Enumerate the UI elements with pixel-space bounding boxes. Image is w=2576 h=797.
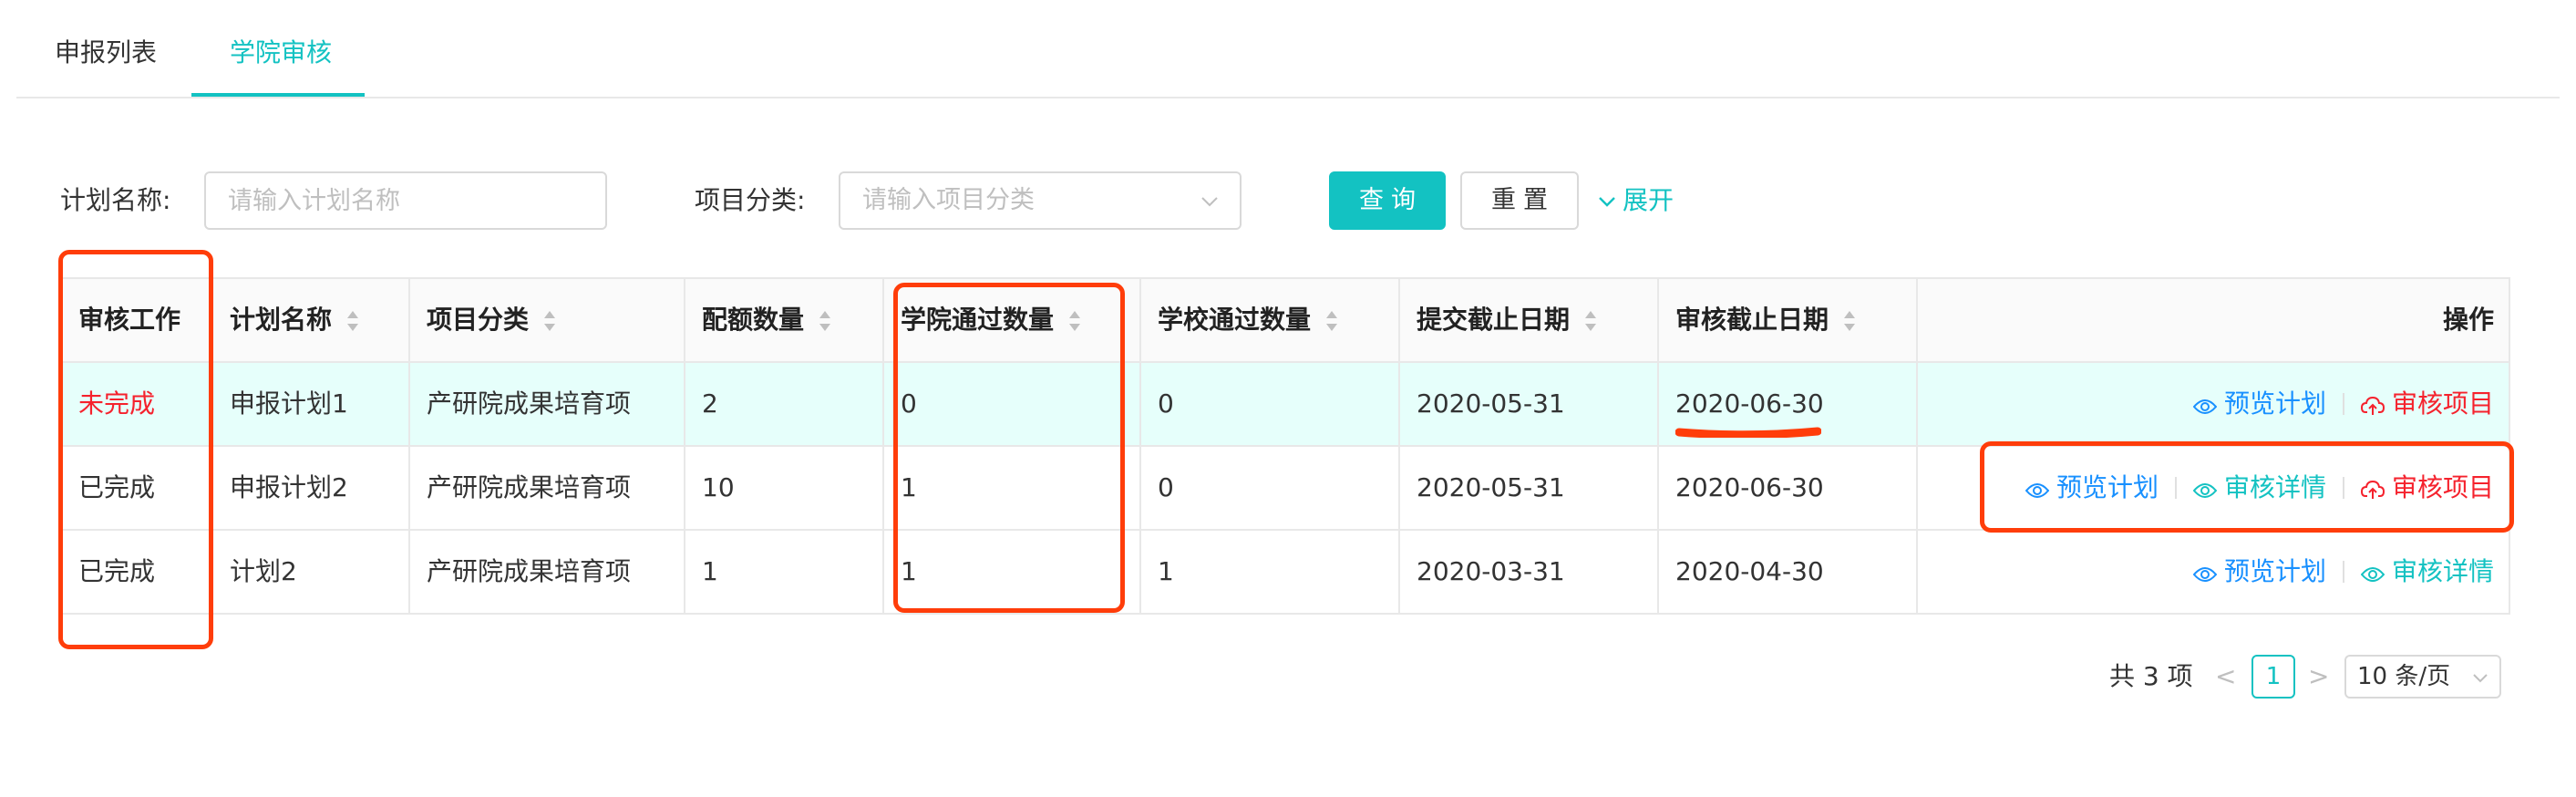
chevron-down-icon	[2473, 674, 2488, 683]
chevron-down-icon	[1599, 197, 1615, 207]
category-cell: 产研院成果培育项	[410, 531, 685, 613]
status-cell: 已完成	[62, 531, 213, 613]
school-pass-cell: 0	[1141, 363, 1400, 445]
pagination-total: 共 3 项	[2109, 661, 2193, 691]
header-review-work: 审核工作	[62, 279, 213, 361]
expand-label: 展开	[1623, 185, 1674, 215]
sort-icon[interactable]	[819, 309, 831, 333]
header-school-pass[interactable]: 学校通过数量	[1141, 279, 1400, 361]
review-project-link[interactable]: 审核项目	[2360, 363, 2494, 445]
annotation-underline	[1675, 427, 1821, 438]
cloud-upload-icon	[2360, 396, 2385, 415]
preview-plan-link[interactable]: 预览计划	[2192, 531, 2326, 613]
submit-deadline-cell: 2020-05-31	[1400, 363, 1659, 445]
page-size-select[interactable]: 10 条/页	[2344, 655, 2501, 699]
plan-cell: 申报计划1	[213, 363, 410, 445]
submit-deadline-cell: 2020-03-31	[1400, 531, 1659, 613]
eye-icon	[2192, 567, 2218, 582]
college-pass-cell: 0	[884, 363, 1141, 445]
eye-icon	[2192, 399, 2218, 414]
school-pass-cell: 0	[1141, 447, 1400, 529]
review-table: 审核工作 计划名称 项目分类 配额数量 学院通过数量 学校通过数量 提交截止日期…	[60, 277, 2510, 615]
college-pass-cell: 1	[884, 531, 1141, 613]
query-button[interactable]: 查询	[1329, 171, 1446, 230]
quota-cell: 10	[685, 447, 884, 529]
divider	[2342, 477, 2344, 499]
sort-icon[interactable]	[1843, 309, 1856, 333]
plan-cell: 计划2	[213, 531, 410, 613]
page-1-button[interactable]: 1	[2251, 655, 2295, 699]
header-quota[interactable]: 配额数量	[685, 279, 884, 361]
category-select[interactable]: 请输入项目分类	[839, 171, 1242, 230]
chevron-down-icon	[1201, 197, 1218, 207]
header-plan-name[interactable]: 计划名称	[213, 279, 410, 361]
sort-icon[interactable]	[1325, 309, 1338, 333]
review-details-link[interactable]: 审核详情	[2360, 531, 2494, 613]
header-submit-deadline[interactable]: 提交截止日期	[1400, 279, 1659, 361]
tab-college-review[interactable]: 学院审核	[230, 35, 332, 71]
review-deadline-cell: 2020-06-30	[1659, 447, 1918, 529]
filter-bar: 计划名称: 项目分类: 请输入项目分类 查询 重置 展开	[0, 171, 2576, 230]
plan-cell: 申报计划2	[213, 447, 410, 529]
sort-icon[interactable]	[1068, 309, 1081, 333]
quota-cell: 1	[685, 531, 884, 613]
reset-button[interactable]: 重置	[1460, 171, 1579, 230]
preview-plan-link[interactable]: 预览计划	[2192, 363, 2326, 445]
header-actions: 操作	[2442, 305, 2494, 335]
eye-icon	[2025, 483, 2050, 498]
table-header-row: 审核工作 计划名称 项目分类 配额数量 学院通过数量 学校通过数量 提交截止日期…	[62, 279, 2509, 363]
review-deadline-cell: 2020-04-30	[1659, 531, 1918, 613]
review-details-link[interactable]: 审核详情	[2192, 447, 2326, 529]
tab-bar: 申报列表 学院审核	[16, 0, 2560, 98]
table-row: 未完成 申报计划1 产研院成果培育项 2 0 0 2020-05-31 2020…	[62, 363, 2509, 447]
category-placeholder: 请输入项目分类	[862, 186, 1035, 214]
category-label: 项目分类:	[695, 185, 806, 215]
status-cell: 已完成	[62, 447, 213, 529]
prev-page-button[interactable]: <	[2215, 655, 2236, 699]
eye-icon	[2360, 567, 2385, 582]
header-college-pass[interactable]: 学院通过数量	[884, 279, 1141, 361]
tab-declaration-list[interactable]: 申报列表	[55, 35, 157, 71]
table-row: 已完成 申报计划2 产研院成果培育项 10 1 0 2020-05-31 202…	[62, 447, 2509, 531]
actions-cell: 预览计划 审核详情 审核项目	[1918, 447, 2510, 529]
sort-icon[interactable]	[346, 309, 359, 333]
actions-cell: 预览计划 审核项目	[1918, 363, 2510, 445]
header-review-deadline[interactable]: 审核截止日期	[1659, 279, 1918, 361]
category-cell: 产研院成果培育项	[410, 363, 685, 445]
sort-icon[interactable]	[543, 309, 556, 333]
divider	[2342, 561, 2344, 583]
header-category[interactable]: 项目分类	[410, 279, 685, 361]
actions-cell: 预览计划 审核详情	[1918, 531, 2510, 613]
plan-name-label: 计划名称:	[60, 185, 171, 215]
divider	[2174, 477, 2177, 499]
active-tab-indicator	[191, 93, 365, 97]
divider	[2342, 393, 2344, 415]
college-pass-cell: 1	[884, 447, 1141, 529]
sort-icon[interactable]	[1584, 309, 1597, 333]
category-cell: 产研院成果培育项	[410, 447, 685, 529]
eye-icon	[2192, 483, 2218, 498]
expand-toggle[interactable]: 展开	[1597, 182, 1674, 219]
page-size-value: 10 条/页	[2357, 663, 2451, 690]
next-page-button[interactable]: >	[2308, 655, 2329, 699]
cloud-upload-icon	[2360, 480, 2385, 499]
review-project-link[interactable]: 审核项目	[2360, 447, 2494, 529]
preview-plan-link[interactable]: 预览计划	[2025, 447, 2159, 529]
quota-cell: 2	[685, 363, 884, 445]
submit-deadline-cell: 2020-05-31	[1400, 447, 1659, 529]
school-pass-cell: 1	[1141, 531, 1400, 613]
plan-name-input[interactable]	[204, 171, 607, 230]
status-cell: 未完成	[62, 363, 213, 445]
table-row: 已完成 计划2 产研院成果培育项 1 1 1 2020-03-31 2020-0…	[62, 531, 2509, 615]
